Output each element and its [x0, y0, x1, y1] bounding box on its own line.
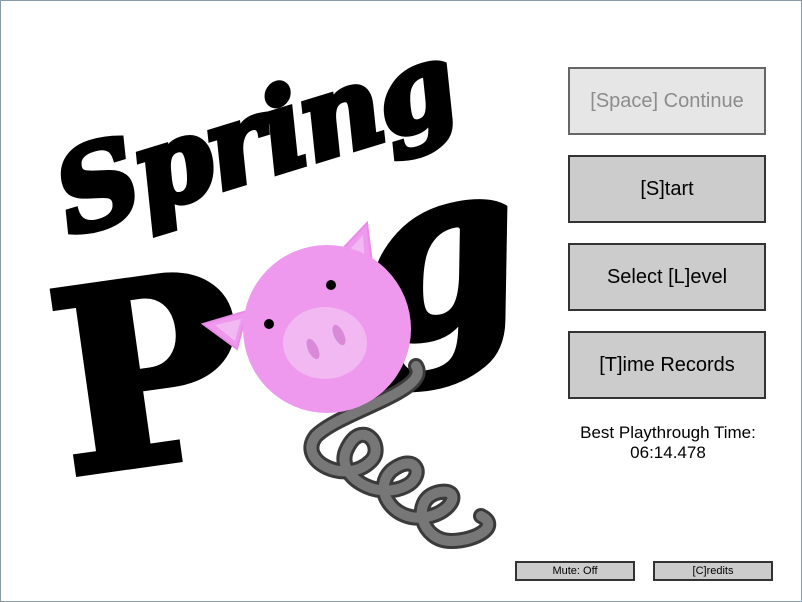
best-time-panel: Best Playthrough Time: 06:14.478 — [561, 423, 775, 463]
credits-button[interactable]: [C]redits — [653, 561, 773, 581]
select-level-button[interactable]: Select [L]evel — [568, 243, 766, 311]
logo-letter-p-text: P — [35, 215, 262, 532]
game-window: Spring P g [Space] Continue [S]tart Sele… — [0, 0, 802, 602]
spring-pig-logo: Spring P g — [31, 31, 544, 550]
best-time-value: 06:14.478 — [630, 443, 706, 462]
best-time-label: Best Playthrough Time: — [580, 423, 756, 442]
mute-toggle-button[interactable]: Mute: Off — [515, 561, 635, 581]
logo-letter-p: P — [31, 211, 266, 536]
time-records-button[interactable]: [T]ime Records — [568, 331, 766, 399]
start-button[interactable]: [S]tart — [568, 155, 766, 223]
continue-button[interactable]: [Space] Continue — [568, 67, 766, 135]
